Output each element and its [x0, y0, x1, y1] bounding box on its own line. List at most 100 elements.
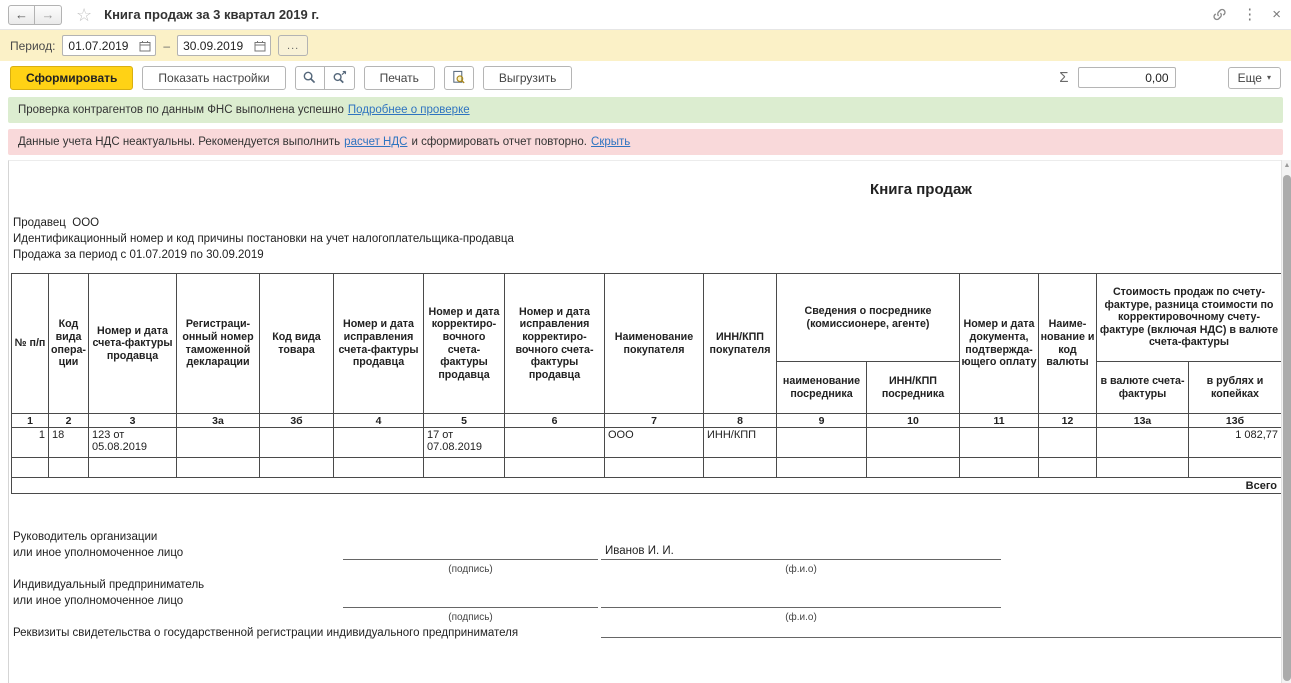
col-num: 5	[424, 414, 505, 428]
col-header-invoice-correction: Номер и дата исправления счета-фактуры п…	[334, 274, 424, 414]
forward-button[interactable]: →	[35, 5, 62, 25]
cell-invoice-correction[interactable]	[334, 428, 424, 458]
col-num: 3б	[260, 414, 334, 428]
back-button[interactable]: ←	[8, 5, 35, 25]
sigma-symbol: Σ	[1059, 69, 1068, 86]
fns-check-details-link[interactable]: Подробнее о проверке	[348, 104, 470, 116]
col-num: 13б	[1189, 414, 1282, 428]
cell-operation-code[interactable]: 18	[49, 428, 89, 458]
cell-mediator-name[interactable]	[777, 428, 867, 458]
col-num: 1	[12, 414, 49, 428]
vat-calc-link[interactable]: расчет НДС	[344, 136, 407, 148]
more-button[interactable]: Еще ▾	[1228, 67, 1281, 89]
vat-warning-text-before: Данные учета НДС неактуальны. Рекомендуе…	[18, 136, 340, 148]
nav-history-group: ← →	[8, 5, 62, 25]
cell-currency[interactable]	[1039, 428, 1097, 458]
chevron-down-icon: ▾	[1267, 73, 1271, 82]
col-num: 8	[704, 414, 777, 428]
cell-cost-rubles[interactable]: 1 082,77	[1189, 428, 1282, 458]
cell-cost-currency[interactable]	[1097, 428, 1189, 458]
period-label: Период:	[10, 39, 55, 53]
entrepreneur-label-2: или иное уполномоченное лицо	[13, 595, 183, 607]
sign-caption: (подпись)	[343, 612, 598, 623]
scrollbar-thumb[interactable]	[1283, 175, 1291, 681]
export-button[interactable]: Выгрузить	[483, 66, 573, 90]
vertical-scrollbar[interactable]: ▲	[1281, 160, 1291, 683]
generate-button[interactable]: Сформировать	[10, 66, 133, 90]
entrepreneur-label-1: Индивидуальный предприниматель	[13, 579, 204, 591]
print-preview-button[interactable]	[444, 66, 474, 90]
manager-label-1: Руководитель организации	[13, 531, 157, 543]
col-num: 11	[960, 414, 1039, 428]
search-next-icon	[332, 70, 347, 85]
period-from-input[interactable]: 01.07.2019	[62, 35, 156, 56]
col-header-adjustment-correction: Номер и дата исправления корректиро-вочн…	[505, 274, 605, 414]
col-num: 12	[1039, 414, 1097, 428]
menu-kebab-icon[interactable]: ⋮	[1242, 7, 1257, 22]
signature-section: Руководитель организации или иное уполно…	[13, 529, 1282, 659]
period-from-value: 01.07.2019	[68, 39, 128, 53]
period-separator: –	[163, 39, 170, 53]
print-button[interactable]: Печать	[364, 66, 435, 90]
search-next-button[interactable]	[325, 66, 355, 90]
link-icon[interactable]	[1212, 7, 1227, 22]
calendar-icon[interactable]	[254, 40, 266, 52]
cell-buyer-name[interactable]: ООО	[605, 428, 704, 458]
cell-npp[interactable]: 1	[12, 428, 49, 458]
search-icon	[302, 70, 317, 85]
report-toolbar: Сформировать Показать настройки Печать	[0, 61, 1291, 94]
report-panel: Книга продаж Продавец ООО Идентификацион…	[8, 160, 1281, 683]
col-header-currency: Наиме-нование и код валюты	[1039, 274, 1097, 414]
cell-adjustment-invoice[interactable]: 17 от 07.08.2019	[424, 428, 505, 458]
sum-input[interactable]: 0,00	[1078, 67, 1176, 88]
cell-invoice[interactable]: 123 от 05.08.2019	[89, 428, 177, 458]
col-header-goods-code: Код вида товара	[260, 274, 334, 414]
cell-buyer-inn[interactable]: ИНН/КПП	[704, 428, 777, 458]
entrepreneur-fio-line	[601, 591, 1001, 608]
col-num: 9	[777, 414, 867, 428]
page-title: Книга продаж за 3 квартал 2019 г.	[104, 7, 319, 22]
column-number-row: 1 2 3 3а 3б 4 5 6 7 8 9 10 11 12 13а 13б	[12, 414, 1282, 428]
calendar-icon[interactable]	[139, 40, 151, 52]
period-to-input[interactable]: 30.09.2019	[177, 35, 271, 56]
col-header-adjustment-invoice: Номер и дата корректиро-вочного счета-фа…	[424, 274, 505, 414]
close-icon[interactable]: ×	[1272, 7, 1281, 22]
fns-check-text: Проверка контрагентов по данным ФНС выпо…	[18, 104, 344, 116]
col-num: 4	[334, 414, 424, 428]
cell-goods-code[interactable]	[260, 428, 334, 458]
total-label: Всего	[12, 478, 1282, 494]
entrepreneur-sign-line	[343, 591, 598, 608]
scroll-up-icon[interactable]: ▲	[1282, 162, 1291, 169]
table-row: 1 18 123 от 05.08.2019 17 от 07.08.2019 …	[12, 428, 1282, 458]
col-header-invoice: Номер и дата счета-фактуры продавца	[89, 274, 177, 414]
vat-warning-text-after: и сформировать отчет повторно.	[411, 136, 587, 148]
period-more-button[interactable]: ...	[278, 35, 308, 56]
cell-adjustment-correction[interactable]	[505, 428, 605, 458]
col-header-cost-rubles: в рублях и копейках	[1189, 362, 1282, 414]
cell-mediator-inn[interactable]	[867, 428, 960, 458]
cell-payment-doc[interactable]	[960, 428, 1039, 458]
col-header-mediator-inn: ИНН/КПП посредника	[867, 362, 960, 414]
col-num: 6	[505, 414, 605, 428]
fns-check-alert: Проверка контрагентов по данным ФНС выпо…	[8, 97, 1283, 123]
more-label: Еще	[1238, 71, 1262, 85]
vat-warning-alert: Данные учета НДС неактуальны. Рекомендуе…	[8, 129, 1283, 155]
cell-customs-number[interactable]	[177, 428, 260, 458]
col-header-npp: № п/п	[12, 274, 49, 414]
col-num: 2	[49, 414, 89, 428]
window-titlebar: ← → ☆ Книга продаж за 3 квартал 2019 г. …	[0, 0, 1291, 30]
col-num: 3а	[177, 414, 260, 428]
col-num: 10	[867, 414, 960, 428]
manager-sign-line	[343, 543, 598, 560]
manager-label-2: или иное уполномоченное лицо	[13, 547, 183, 559]
hide-alert-link[interactable]: Скрыть	[591, 136, 630, 148]
col-header-buyer-inn: ИНН/КПП покупателя	[704, 274, 777, 414]
show-settings-button[interactable]: Показать настройки	[142, 66, 285, 90]
col-header-payment-doc: Номер и дата документа, подтвержда-ющего…	[960, 274, 1039, 414]
search-button[interactable]	[295, 66, 325, 90]
forward-icon: →	[42, 7, 55, 22]
favorite-star-icon[interactable]: ☆	[76, 6, 92, 24]
col-header-customs-number: Регистраци-онный номер таможенной деклар…	[177, 274, 260, 414]
sum-value: 0,00	[1145, 71, 1168, 85]
table-row-empty	[12, 458, 1282, 478]
